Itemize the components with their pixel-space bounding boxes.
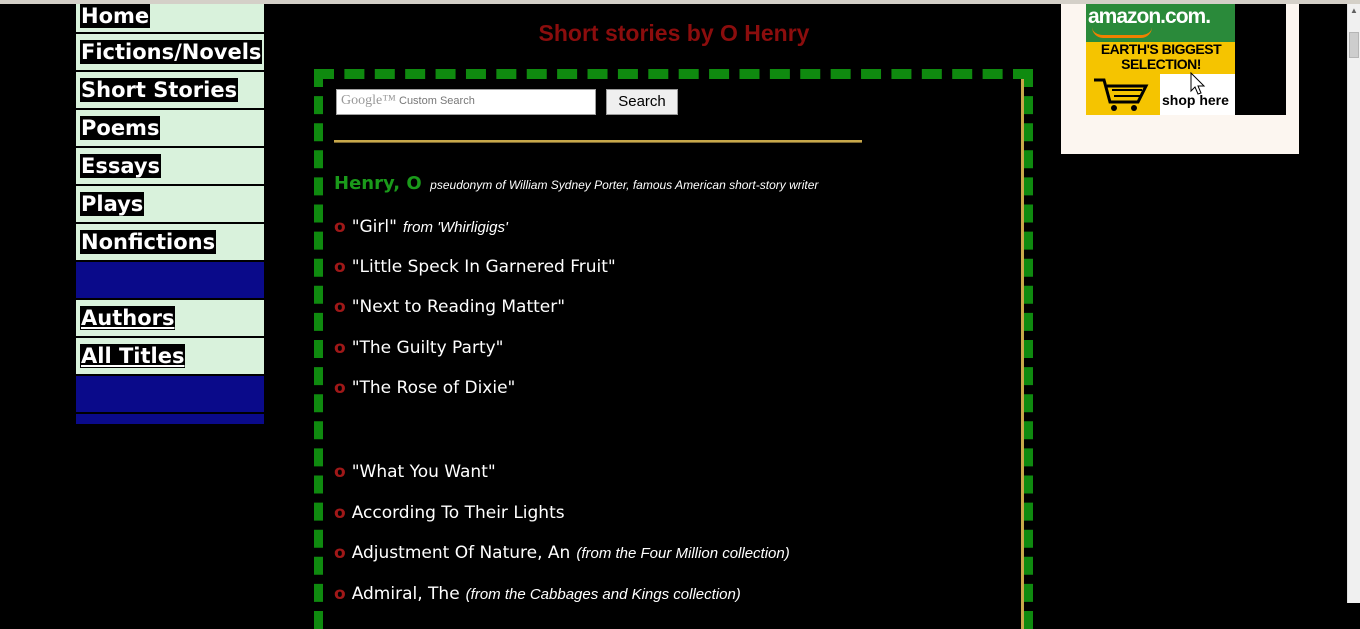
nav-item-plays[interactable]: Plays <box>76 186 264 224</box>
nav-spacer <box>76 376 264 414</box>
author-name: Henry, O <box>334 173 422 194</box>
story-item[interactable]: o "What You Want" <box>334 462 496 482</box>
bullet-icon: o <box>334 257 346 277</box>
nav-label[interactable]: Short Stories <box>80 78 239 102</box>
bullet-icon: o <box>334 217 346 237</box>
story-title[interactable]: "The Rose of Dixie" <box>352 378 516 398</box>
nav-label[interactable]: Plays <box>80 192 145 216</box>
shopping-cart-icon <box>1094 78 1149 111</box>
ad-headline: EARTH'S BIGGEST SELECTION! <box>1100 41 1222 72</box>
page-title: Short stories by O Henry <box>538 20 810 46</box>
panel-inner-border <box>1021 79 1024 629</box>
story-item[interactable]: o "Little Speck In Garnered Fruit" <box>334 257 616 277</box>
stories-panel: Google™ Custom Search Search Henry, O ps… <box>314 69 1033 629</box>
story-item[interactable]: o Adjustment Of Nature, An (from the Four … <box>334 543 790 563</box>
nav-item-fictions-novels[interactable]: Fictions/Novels <box>76 34 264 72</box>
nav-item-essays[interactable]: Essays <box>76 148 264 186</box>
story-item[interactable]: o "The Guilty Party" <box>334 338 504 358</box>
story-title[interactable]: According To Their Lights <box>352 503 565 523</box>
nav-spacer <box>76 262 264 300</box>
nav-item-poems[interactable]: Poems <box>76 110 264 148</box>
story-title[interactable]: Admiral, The <box>352 584 460 604</box>
bullet-icon: o <box>334 297 346 317</box>
nav-item-short-stories[interactable]: Short Stories <box>76 72 264 110</box>
story-note: (from the Four Million collection) <box>576 545 790 562</box>
story-item[interactable]: o According To Their Lights <box>334 503 565 523</box>
side-navigation: Home Fictions/Novels Short Stories Poems… <box>76 4 264 424</box>
nav-item-home[interactable]: Home <box>76 4 264 34</box>
nav-label[interactable]: Essays <box>80 154 162 178</box>
story-title[interactable]: "Little Speck In Garnered Fruit" <box>352 257 616 277</box>
bullet-icon: o <box>334 543 346 563</box>
google-logo: Google™ <box>341 93 396 108</box>
story-title[interactable]: "Next to Reading Matter" <box>352 297 565 317</box>
mouse-cursor-icon <box>1190 72 1206 95</box>
nav-item-nonfictions[interactable]: Nonfictions <box>76 224 264 262</box>
nav-item-all-titles[interactable]: All Titles <box>76 338 264 376</box>
search-button[interactable]: Search <box>606 89 678 115</box>
bullet-icon: o <box>334 503 346 523</box>
nav-label[interactable]: Home <box>80 4 151 28</box>
nav-item-authors[interactable]: Authors <box>76 300 264 338</box>
nav-label[interactable]: Authors <box>80 306 176 330</box>
ad-image[interactable]: amazon.com. EARTH'S BIGGEST SELECTION! s… <box>1086 4 1235 115</box>
story-title[interactable]: "What You Want" <box>352 462 496 482</box>
story-title[interactable]: "The Guilty Party" <box>352 338 504 358</box>
story-item[interactable]: o Admiral, The (from the Cabbages and King… <box>334 584 741 604</box>
author-description: pseudonym of William Sydney Porter, famo… <box>430 178 819 192</box>
nav-spacer <box>76 414 264 424</box>
story-note: from 'Whirligigs' <box>402 219 508 236</box>
amazon-smile-icon <box>1092 27 1152 38</box>
search-input[interactable]: Google™ Custom Search <box>336 89 596 115</box>
story-note: (from the Cabbages and Kings collection) <box>465 586 741 603</box>
story-item[interactable]: o "Next to Reading Matter" <box>334 297 565 317</box>
author-heading: Henry, O pseudonym of William Sydney Por… <box>334 173 818 194</box>
nav-label[interactable]: All Titles <box>80 344 186 368</box>
nav-label[interactable]: Poems <box>80 116 161 140</box>
story-item[interactable]: o "The Rose of Dixie" <box>334 378 515 398</box>
nav-label[interactable]: Nonfictions <box>80 230 217 254</box>
bullet-icon: o <box>334 462 346 482</box>
search-placeholder: Custom Search <box>399 95 475 107</box>
story-title[interactable]: "Girl" <box>352 217 397 237</box>
divider <box>334 140 862 143</box>
ad-header: amazon.com. <box>1086 4 1235 42</box>
story-title[interactable]: Adjustment Of Nature, An <box>352 543 571 563</box>
story-item[interactable]: o "Girl" from 'Whirligigs' <box>334 217 508 237</box>
bullet-icon: o <box>334 338 346 358</box>
vertical-scrollbar[interactable]: ▲ <box>1347 4 1360 603</box>
amazon-ad-banner[interactable]: amazon.com. EARTH'S BIGGEST SELECTION! s… <box>1086 4 1286 115</box>
bullet-icon: o <box>334 584 346 604</box>
scrollbar-thumb[interactable] <box>1349 32 1359 58</box>
bullet-icon: o <box>334 378 346 398</box>
nav-label[interactable]: Fictions/Novels <box>80 40 263 64</box>
scroll-up-icon[interactable]: ▲ <box>1348 4 1360 18</box>
amazon-logo: amazon.com. <box>1088 5 1211 28</box>
